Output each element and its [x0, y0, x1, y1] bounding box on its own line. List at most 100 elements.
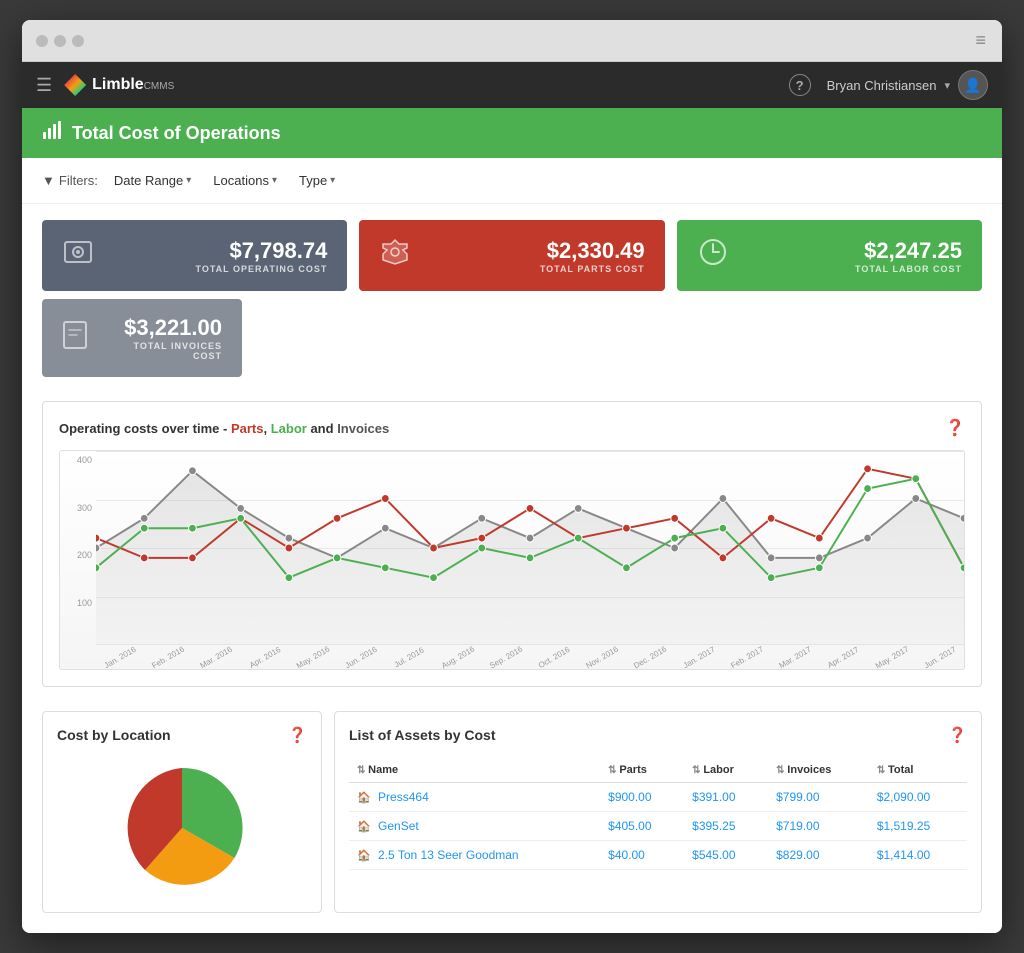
asset-labor-0: $391.00	[684, 783, 768, 812]
sort-icon: ⇅	[692, 765, 703, 776]
browser-dots	[36, 35, 84, 47]
chart-container: 400 300 200 100	[59, 450, 965, 670]
kpi-parts-cost: $2,330.49 TOTAL PARTS COST	[359, 220, 664, 291]
x-label-may16: May. 2016	[290, 641, 336, 670]
panel-header-location: Cost by Location ❓	[57, 726, 307, 744]
logo-icon	[64, 74, 86, 96]
filter-funnel-icon: ▼	[42, 173, 55, 188]
col-invoices[interactable]: ⇅ Invoices	[768, 758, 869, 783]
asset-name-2[interactable]: 🏠 2.5 Ton 13 Seer Goodman	[349, 841, 600, 870]
invoices-label: TOTAL INVOICES COST	[102, 341, 222, 361]
logo: LimbleCMMS	[64, 74, 174, 96]
col-total[interactable]: ⇅ Total	[869, 758, 967, 783]
kpi-operating-info: $7,798.74 TOTAL OPERATING COST	[108, 238, 327, 274]
x-label-feb16: Feb. 2016	[145, 641, 191, 670]
user-dropdown-arrow: ▾	[944, 79, 950, 92]
x-label-aug16: Aug. 2016	[435, 641, 481, 670]
sort-icon: ⇅	[608, 765, 619, 776]
sort-icon: ⇅	[776, 765, 787, 776]
asset-labor-2: $545.00	[684, 841, 768, 870]
chart-section: Operating costs over time - Parts, Labor…	[42, 401, 982, 687]
pie-chart-svg	[117, 763, 247, 893]
x-label-feb17: Feb. 2017	[724, 641, 770, 670]
kpi-invoices-info: $3,221.00 TOTAL INVOICES COST	[102, 315, 222, 361]
asset-name-1[interactable]: 🏠 GenSet	[349, 812, 600, 841]
bottom-row: Cost by Location ❓	[22, 699, 1002, 933]
asset-invoices-1: $719.00	[768, 812, 869, 841]
chart-title: Operating costs over time - Parts, Labor…	[59, 418, 965, 438]
assets-panel-title: List of Assets by Cost	[349, 727, 496, 743]
x-label-jan16: Jan. 2016	[97, 641, 143, 670]
asset-labor-1: $395.25	[684, 812, 768, 841]
type-filter[interactable]: Type ▾	[293, 170, 341, 191]
labor-cost-icon	[697, 236, 729, 275]
browser-dot-1	[36, 35, 48, 47]
invoices-cost-icon	[62, 320, 88, 357]
chevron-icon: ▾	[330, 175, 335, 186]
y-label-100: 100	[64, 598, 92, 608]
col-labor[interactable]: ⇅ Labor	[684, 758, 768, 783]
asset-total-0: $2,090.00	[869, 783, 967, 812]
asset-total-2: $1,414.00	[869, 841, 967, 870]
help-icon[interactable]: ?	[789, 74, 811, 96]
browser-menu-icon: ≡	[975, 30, 988, 51]
operating-label: TOTAL OPERATING COST	[195, 264, 327, 274]
x-label-sep16: Sep. 2016	[483, 641, 529, 670]
col-parts[interactable]: ⇅ Parts	[600, 758, 684, 783]
page-title: Total Cost of Operations	[72, 123, 281, 144]
locations-filter[interactable]: Locations ▾	[207, 170, 283, 191]
x-label-jun17: Jun. 2017	[917, 641, 963, 670]
x-label-mar17: Mar. 2017	[772, 641, 818, 670]
parts-value: $2,330.49	[547, 238, 645, 264]
asset-parts-0: $900.00	[600, 783, 684, 812]
x-label-dec16: Dec. 2016	[627, 641, 673, 670]
asset-name-0[interactable]: 🏠 Press464	[349, 783, 600, 812]
col-name[interactable]: ⇅ Name	[349, 758, 600, 783]
location-help-icon[interactable]: ❓	[288, 726, 307, 744]
pie-container	[57, 758, 307, 898]
page-header-icon	[42, 120, 62, 146]
x-label-nov16: Nov. 2016	[579, 641, 625, 670]
kpi-operating-cost: $7,798.74 TOTAL OPERATING COST	[42, 220, 347, 291]
cost-by-location-panel: Cost by Location ❓	[42, 711, 322, 913]
assets-table-panel: List of Assets by Cost ❓ ⇅ Name ⇅ Par	[334, 711, 982, 913]
asset-invoices-2: $829.00	[768, 841, 869, 870]
asset-total-1: $1,519.25	[869, 812, 967, 841]
sort-icon: ⇅	[877, 765, 888, 776]
assets-help-icon[interactable]: ❓	[948, 726, 967, 744]
assets-table: ⇅ Name ⇅ Parts ⇅ Labor	[349, 758, 967, 870]
asset-icon: 🏠	[357, 792, 371, 804]
hamburger-menu[interactable]: ☰	[36, 75, 52, 96]
location-panel-title: Cost by Location	[57, 727, 171, 743]
browser-dot-2	[54, 35, 66, 47]
operating-cost-icon	[62, 236, 94, 275]
asset-parts-2: $40.00	[600, 841, 684, 870]
chevron-icon: ▾	[186, 175, 191, 186]
invoices-value: $3,221.00	[124, 315, 222, 341]
labor-label: TOTAL LABOR COST	[855, 264, 962, 274]
browser-window: ≡ ☰ LimbleCMMS ? Bryan Christiansen ▾ 👤	[22, 20, 1002, 933]
kpi-invoices-cost: $3,221.00 TOTAL INVOICES COST	[42, 299, 242, 377]
y-label-200: 200	[64, 550, 92, 560]
asset-parts-1: $405.00	[600, 812, 684, 841]
topbar-right: ? Bryan Christiansen ▾ 👤	[789, 70, 988, 100]
kpi-labor-info: $2,247.25 TOTAL LABOR COST	[743, 238, 962, 274]
x-label-apr17: Apr. 2017	[820, 641, 866, 670]
parts-label: TOTAL PARTS COST	[540, 264, 645, 274]
chart-help-icon[interactable]: ❓	[945, 418, 965, 438]
user-info[interactable]: Bryan Christiansen ▾ 👤	[827, 70, 988, 100]
filters-bar: ▼ Filters: Date Range ▾ Locations ▾ Type…	[22, 158, 1002, 204]
chevron-icon: ▾	[272, 175, 277, 186]
page-header: Total Cost of Operations	[22, 108, 1002, 158]
chart-x-labels: Jan. 2016 Feb. 2016 Mar. 2016 Apr. 2016 …	[96, 645, 964, 669]
operating-value: $7,798.74	[229, 238, 327, 264]
browser-chrome: ≡	[22, 20, 1002, 62]
x-label-mar16: Mar. 2016	[193, 641, 239, 670]
date-range-filter[interactable]: Date Range ▾	[108, 170, 197, 191]
table-row: 🏠 2.5 Ton 13 Seer Goodman $40.00 $545.00…	[349, 841, 967, 870]
y-label-300: 300	[64, 503, 92, 513]
chart-y-labels: 400 300 200 100	[60, 451, 96, 645]
filter-label: ▼ Filters:	[42, 173, 98, 188]
asset-icon: 🏠	[357, 821, 371, 833]
table-header-row: ⇅ Name ⇅ Parts ⇅ Labor	[349, 758, 967, 783]
